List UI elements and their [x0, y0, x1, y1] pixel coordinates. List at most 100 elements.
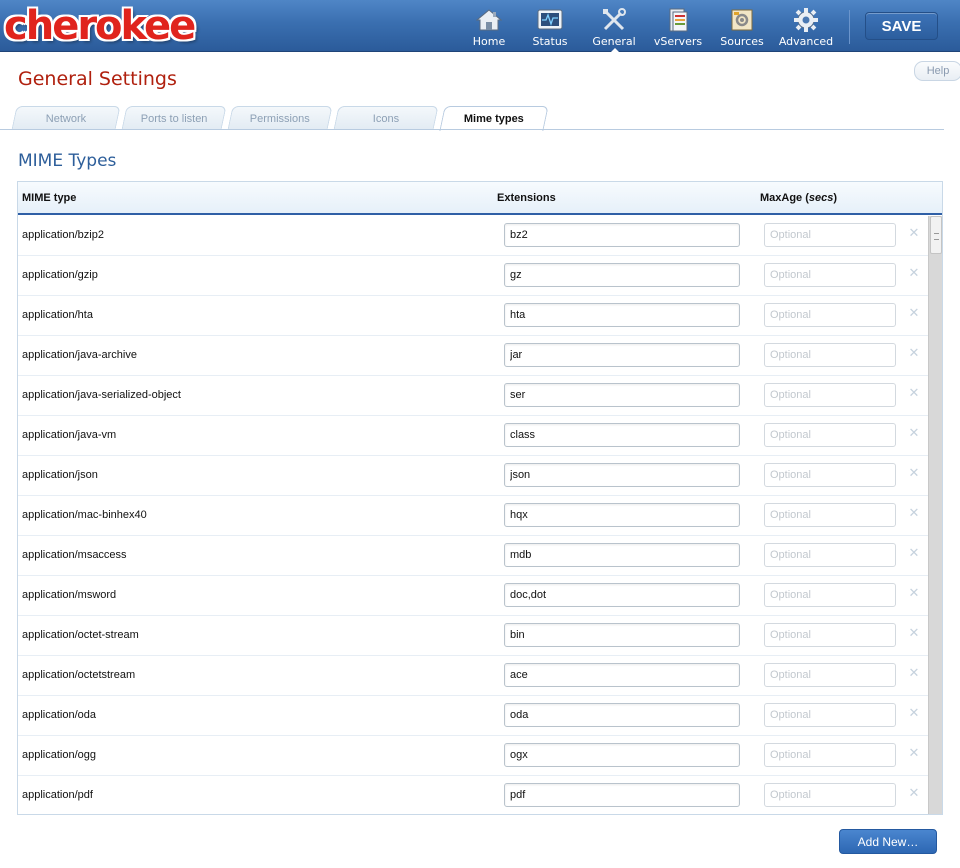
delete-row-icon[interactable]: ✕ [907, 707, 921, 721]
maxage-input[interactable] [764, 303, 896, 327]
mime-type-cell: application/java-serialized-object [22, 389, 181, 401]
mime-type-cell: application/msword [22, 589, 117, 601]
delete-row-icon[interactable]: ✕ [907, 787, 921, 801]
extensions-input[interactable] [504, 463, 740, 487]
maxage-input[interactable] [764, 783, 896, 807]
col-extensions: Extensions [497, 192, 556, 204]
table-row: application/json ✕ [18, 456, 928, 496]
mime-type-cell: application/pdf [22, 789, 93, 801]
col-maxage-close: ) [833, 192, 838, 204]
delete-row-icon[interactable]: ✕ [907, 467, 921, 481]
table-row: application/java-vm ✕ [18, 416, 928, 456]
maxage-input[interactable] [764, 623, 896, 647]
delete-row-icon[interactable]: ✕ [907, 547, 921, 561]
maxage-input[interactable] [764, 703, 896, 727]
delete-row-icon[interactable]: ✕ [907, 587, 921, 601]
nav-advanced[interactable]: Advanced [774, 0, 838, 52]
extensions-input[interactable] [504, 543, 740, 567]
maxage-input[interactable] [764, 663, 896, 687]
extensions-input[interactable] [504, 423, 740, 447]
mime-type-cell: application/mac-binhex40 [22, 509, 147, 521]
extensions-input[interactable] [504, 503, 740, 527]
delete-row-icon[interactable]: ✕ [907, 427, 921, 441]
extensions-input[interactable] [504, 703, 740, 727]
extensions-input[interactable] [504, 583, 740, 607]
table-row: application/mac-binhex40 ✕ [18, 496, 928, 536]
delete-row-icon[interactable]: ✕ [907, 747, 921, 761]
save-button[interactable]: SAVE [865, 12, 938, 40]
maxage-input[interactable] [764, 743, 896, 767]
delete-row-icon[interactable]: ✕ [907, 307, 921, 321]
maxage-input[interactable] [764, 423, 896, 447]
tab-permissions-label: Permissions [249, 112, 310, 125]
tab-ports-to-listen[interactable]: Ports to listen [121, 106, 227, 130]
table-row: application/octet-stream ✕ [18, 616, 928, 656]
tab-icons-label: Icons [372, 112, 400, 125]
maxage-input[interactable] [764, 383, 896, 407]
mime-type-cell: application/ogg [22, 749, 97, 761]
status-monitor-icon [537, 7, 563, 33]
maxage-input[interactable] [764, 463, 896, 487]
extensions-input[interactable] [504, 223, 740, 247]
tabs-underline [0, 129, 944, 130]
table-row: application/octetstream ✕ [18, 656, 928, 696]
col-maxage-label: MaxAge ( [760, 192, 809, 204]
table-row: application/bzip2 ✕ [18, 216, 928, 256]
maxage-input[interactable] [764, 343, 896, 367]
extensions-input[interactable] [504, 743, 740, 767]
tab-ports-label: Ports to listen [140, 112, 208, 125]
nav-sources-label: Sources [720, 35, 764, 48]
mime-type-cell: application/gzip [22, 269, 98, 281]
delete-row-icon[interactable]: ✕ [907, 627, 921, 641]
sources-icon [729, 7, 755, 33]
tab-mime-types-label: Mime types [463, 113, 524, 125]
extensions-input[interactable] [504, 303, 740, 327]
mime-type-cell: application/octet-stream [22, 629, 139, 641]
page-title: General Settings [18, 68, 177, 90]
extensions-input[interactable] [504, 383, 740, 407]
delete-row-icon[interactable]: ✕ [907, 507, 921, 521]
maxage-input[interactable] [764, 503, 896, 527]
add-new-button[interactable]: Add New… [839, 829, 937, 854]
delete-row-icon[interactable]: ✕ [907, 387, 921, 401]
col-mime-type: MIME type [22, 192, 77, 204]
extensions-input[interactable] [504, 663, 740, 687]
help-button[interactable]: Help [914, 61, 960, 81]
mime-type-cell: application/hta [22, 309, 93, 321]
nav-status-label: Status [532, 35, 568, 48]
table-row: application/hta ✕ [18, 296, 928, 336]
extensions-input[interactable] [504, 623, 740, 647]
delete-row-icon[interactable]: ✕ [907, 667, 921, 681]
tab-permissions[interactable]: Permissions [227, 106, 333, 130]
table-row: application/msaccess ✕ [18, 536, 928, 576]
servers-icon [665, 7, 691, 33]
table-row: application/pdf ✕ [18, 776, 928, 814]
tab-mime-types[interactable]: Mime types [439, 106, 549, 131]
top-bar: cherokee Home Status General vServers So… [0, 0, 960, 52]
tab-icons[interactable]: Icons [333, 106, 439, 130]
mime-type-cell: application/bzip2 [22, 229, 104, 241]
table-header: MIME type Extensions MaxAge (secs) [18, 182, 942, 215]
maxage-input[interactable] [764, 583, 896, 607]
extensions-input[interactable] [504, 783, 740, 807]
nav-vservers[interactable]: vServers [646, 0, 710, 52]
nav-vservers-label: vServers [653, 35, 703, 48]
tab-network[interactable]: Network [11, 106, 121, 130]
nav-status[interactable]: Status [518, 0, 582, 52]
maxage-input[interactable] [764, 263, 896, 287]
delete-row-icon[interactable]: ✕ [907, 347, 921, 361]
extensions-input[interactable] [504, 343, 740, 367]
delete-row-icon[interactable]: ✕ [907, 267, 921, 281]
delete-row-icon[interactable]: ✕ [907, 227, 921, 241]
table-scrollbar[interactable] [928, 216, 942, 814]
nav-general[interactable]: General [582, 0, 646, 52]
maxage-input[interactable] [764, 543, 896, 567]
maxage-input[interactable] [764, 223, 896, 247]
mime-type-cell: application/json [22, 469, 98, 481]
extensions-input[interactable] [504, 263, 740, 287]
table-body: application/bzip2✕application/gzip✕appli… [18, 216, 928, 814]
cherokee-logo[interactable]: cherokee [4, 2, 196, 50]
scrollbar-thumb[interactable] [930, 216, 942, 254]
nav-home[interactable]: Home [460, 0, 518, 52]
nav-sources[interactable]: Sources [710, 0, 774, 52]
